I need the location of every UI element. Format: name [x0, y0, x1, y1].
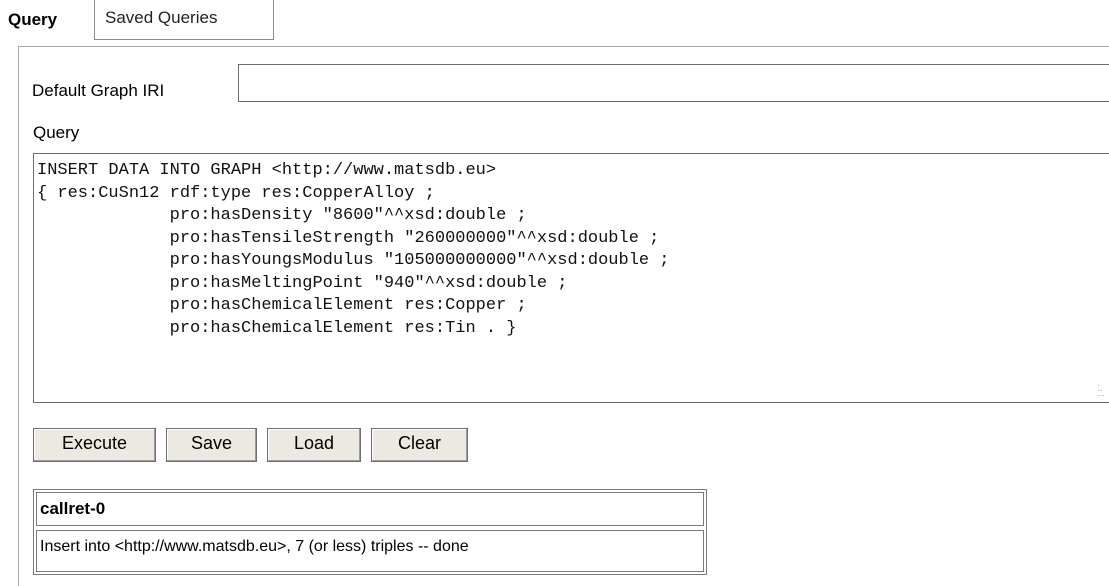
default-graph-label: Default Graph IRI — [32, 81, 165, 100]
tab-query[interactable]: Query — [8, 10, 57, 30]
tab-saved-queries[interactable]: Saved Queries — [94, 0, 274, 40]
query-label: Query — [33, 123, 80, 142]
table-row: Insert into <http://www.matsdb.eu>, 7 (o… — [36, 530, 704, 572]
tab-bar: Query Saved Queries — [0, 0, 1109, 40]
default-graph-input[interactable] — [238, 64, 1109, 102]
query-editor[interactable]: INSERT DATA INTO GRAPH <http://www.matsd… — [33, 153, 1109, 403]
result-column-header: callret-0 — [36, 492, 704, 526]
clear-button[interactable]: Clear — [371, 428, 468, 462]
load-button[interactable]: Load — [267, 428, 361, 462]
execute-button[interactable]: Execute — [33, 428, 156, 462]
save-button[interactable]: Save — [166, 428, 257, 462]
resize-grip-icon[interactable]: · ·· ··· — [1097, 381, 1109, 401]
result-table: callret-0 Insert into <http://www.matsdb… — [33, 489, 707, 575]
